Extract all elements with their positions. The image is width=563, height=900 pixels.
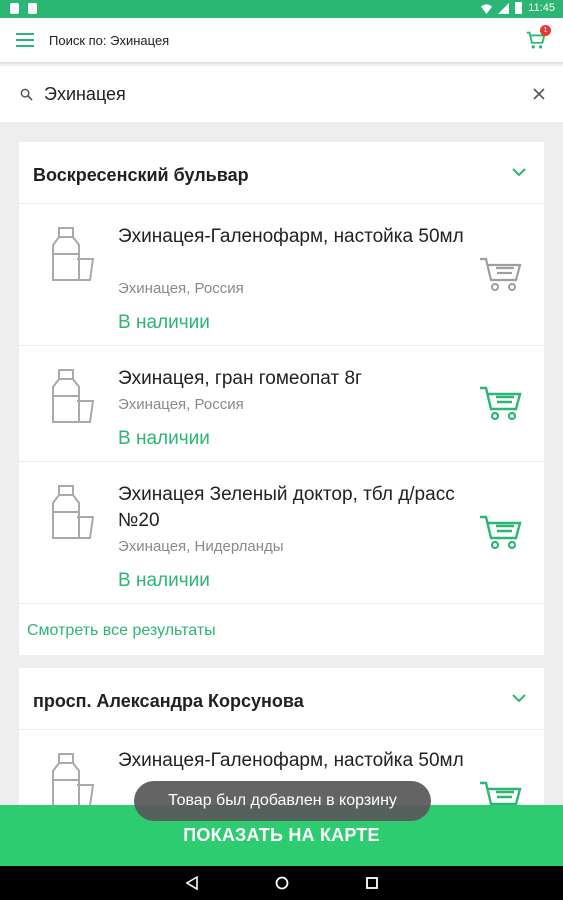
cart-badge: 1 [540, 25, 551, 36]
product-item[interactable]: Эхинацея-Галенофарм, настойка 50мл Эхина… [19, 204, 544, 346]
medicine-bottle-icon [52, 485, 95, 539]
notification-icon [10, 3, 19, 14]
pharmacy-header[interactable]: просп. Александра Корсунова [19, 668, 544, 730]
add-to-cart-icon[interactable] [478, 512, 522, 552]
see-all-label: Смотреть все результаты [27, 622, 216, 639]
pharmacy-name: просп. Александра Корсунова [33, 691, 304, 711]
menu-icon[interactable] [16, 33, 34, 47]
cart-added-icon[interactable] [478, 254, 522, 294]
medicine-bottle-icon [52, 369, 95, 423]
page-title: Поиск по: Эхинацея [49, 33, 170, 48]
availability-status: В наличии [118, 570, 210, 591]
product-item[interactable]: Эхинацея, гран гомеопат 8г Эхинацея, Рос… [19, 346, 544, 462]
product-subtitle: Эхинацея, Россия [118, 280, 244, 297]
medicine-bottle-icon [52, 753, 95, 807]
wifi-icon [481, 3, 493, 14]
app-bar: Поиск по: Эхинацея 1 [0, 18, 563, 64]
pharmacy-name: Воскресенский бульвар [33, 165, 249, 185]
status-time: 11:45 [528, 2, 555, 14]
notification-icons [10, 3, 37, 14]
product-subtitle: Эхинацея, Россия [118, 396, 244, 413]
pharmacy-header[interactable]: Воскресенский бульвар [19, 142, 544, 204]
availability-status: В наличии [118, 312, 210, 333]
battery-icon [515, 2, 523, 14]
see-all-results-link[interactable]: Смотреть все результаты [19, 604, 544, 656]
search-bar [0, 66, 563, 122]
pharmacy-card: Воскресенский бульвар Эхинацея-Галенофар… [19, 142, 544, 655]
system-nav-bar [0, 866, 563, 900]
chevron-down-icon[interactable] [512, 168, 526, 177]
availability-status: В наличии [118, 428, 210, 449]
add-to-cart-icon[interactable] [478, 778, 522, 808]
cart-button[interactable]: 1 [525, 25, 551, 51]
product-subtitle: Эхинацея, Нидерланды [118, 538, 284, 555]
search-input[interactable] [44, 80, 504, 108]
product-name: Эхинацея-Галенофарм, настойка 50мл [118, 226, 464, 247]
product-item[interactable]: Эхинацея Зеленый доктор, тбл д/расс №20 … [19, 462, 544, 604]
product-name: Эхинацея, гран гомеопат 8г [118, 368, 362, 389]
clear-icon[interactable] [533, 88, 545, 100]
notification-icon [28, 3, 37, 14]
recent-apps-icon[interactable] [366, 877, 378, 889]
back-icon[interactable] [186, 876, 198, 890]
toast-message: Товар был добавлен в корзину [134, 781, 431, 821]
add-to-cart-icon[interactable] [478, 383, 522, 423]
signal-icon [498, 2, 510, 14]
status-bar: 11:45 [0, 0, 563, 18]
medicine-bottle-icon [52, 227, 95, 281]
product-name: Эхинацея Зеленый доктор, тбл д/расс №20 [118, 484, 455, 531]
search-icon [20, 88, 33, 101]
chevron-down-icon[interactable] [512, 694, 526, 703]
product-name: Эхинацея-Галенофарм, настойка 50мл [118, 750, 464, 771]
home-icon[interactable] [275, 876, 289, 890]
